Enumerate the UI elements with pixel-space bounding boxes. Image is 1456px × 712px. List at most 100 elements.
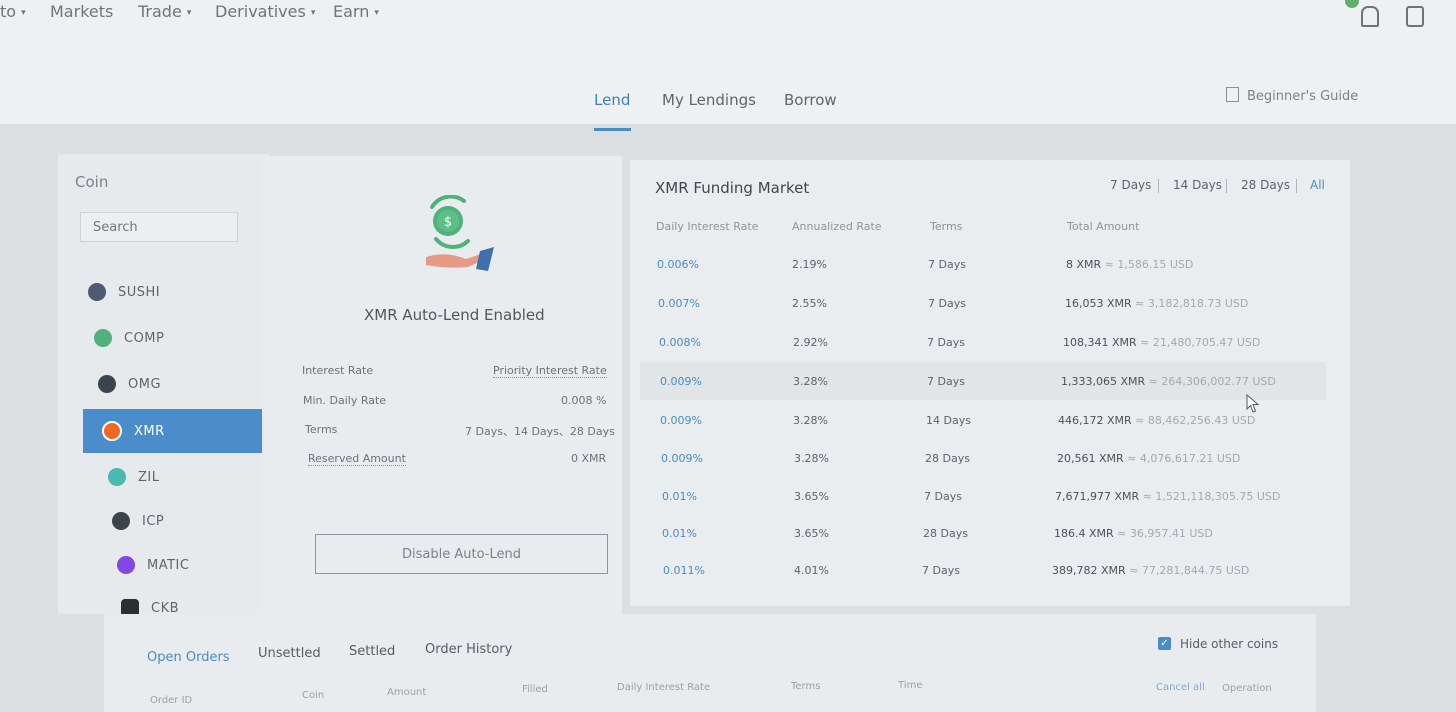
coin-item-xmr[interactable]: XMR <box>83 409 268 453</box>
coin-label: SUSHI <box>118 284 161 300</box>
daily-rate-cell[interactable]: 0.011% <box>663 564 705 577</box>
filter-divider <box>1296 179 1297 193</box>
daily-rate-cell[interactable]: 0.01% <box>662 527 697 540</box>
beginners-guide-link[interactable]: Beginner's Guide <box>1226 87 1358 104</box>
column-header-coin: Coin <box>302 690 325 701</box>
tab-open-orders[interactable]: Open Orders <box>147 650 230 665</box>
coin-label: ZIL <box>138 469 160 485</box>
annualized-rate-cell: 3.28% <box>793 414 828 427</box>
tab-order-history[interactable]: Order History <box>425 642 512 657</box>
terms-cell: 7 Days <box>928 258 966 271</box>
auto-lend-title: XMR Auto-Lend Enabled <box>364 306 545 324</box>
filter-14-days[interactable]: 14 Days <box>1173 178 1222 192</box>
total-amount-cell: 16,053 XMR ≈ 3,182,818.73 USD <box>1065 297 1248 310</box>
nav-label: Markets <box>50 2 114 21</box>
coin-item-comp[interactable]: COMP <box>94 316 279 360</box>
daily-rate-cell[interactable]: 0.007% <box>658 297 700 310</box>
tab-settled[interactable]: Settled <box>349 644 395 659</box>
hide-other-coins-label: Hide other coins <box>1180 637 1279 651</box>
tab-my-lendings[interactable]: My Lendings <box>662 91 756 109</box>
coin-label: XMR <box>134 423 165 439</box>
zil-coin-icon <box>108 468 126 486</box>
annualized-rate-cell: 2.19% <box>792 258 827 271</box>
terms-cell: 7 Days <box>928 297 966 310</box>
coin-item-omg[interactable]: OMG <box>98 362 283 406</box>
bell-icon[interactable] <box>1361 6 1379 27</box>
column-header-order-id: Order ID <box>150 695 193 706</box>
nav-item-markets[interactable]: Markets <box>50 2 113 21</box>
column-header-operation: Operation <box>1222 683 1272 694</box>
amount-usd: ≈ 4,076,617.21 USD <box>1123 452 1241 465</box>
daily-rate-cell[interactable]: 0.006% <box>657 258 699 271</box>
coin-label: OMG <box>128 376 162 392</box>
filter-28-days[interactable]: 28 Days <box>1241 178 1290 192</box>
column-header-daily-interest-rate: Daily Interest Rate <box>656 220 759 233</box>
amount-xmr: 186.4 XMR <box>1054 527 1114 540</box>
daily-rate-cell[interactable]: 0.009% <box>660 375 702 388</box>
xmr-coin-icon <box>102 421 122 441</box>
top-nav: to ▾ Markets Trade ▾ Derivatives ▾ Earn ▾ <box>0 0 1456 36</box>
annualized-rate-cell: 2.55% <box>792 297 827 310</box>
column-header-annualized-rate: Annualized Rate <box>792 220 882 233</box>
filter-divider <box>1158 179 1159 193</box>
interest-rate-label: Interest Rate <box>302 364 374 377</box>
filter-7-days[interactable]: 7 Days <box>1110 178 1151 192</box>
min-daily-rate-value: 0.008 % <box>561 394 607 407</box>
amount-xmr: 16,053 XMR <box>1065 297 1132 310</box>
interest-rate-value[interactable]: Priority Interest Rate <box>493 364 607 378</box>
column-header-filled: Filled <box>522 684 548 695</box>
daily-rate-cell[interactable]: 0.009% <box>660 414 702 427</box>
total-amount-cell: 1,333,065 XMR ≈ 264,306,002.77 USD <box>1061 375 1276 388</box>
tab-unsettled[interactable]: Unsettled <box>258 646 321 661</box>
nav-label: Earn <box>333 2 370 21</box>
amount-usd: ≈ 88,462,256.43 USD <box>1131 414 1256 427</box>
coin-label: ICP <box>142 513 165 529</box>
chevron-down-icon: ▾ <box>186 8 192 18</box>
terms-cell: 7 Days <box>927 336 965 349</box>
amount-usd: ≈ 36,957.41 USD <box>1113 527 1213 540</box>
terms-label: Terms <box>305 423 338 436</box>
nav-item-earn[interactable]: Earn ▾ <box>333 2 379 21</box>
document-icon[interactable] <box>1406 6 1424 27</box>
coin-search-input[interactable] <box>80 212 238 242</box>
hide-other-coins-checkbox[interactable]: ✓ <box>1158 637 1171 650</box>
amount-usd: ≈ 77,281,844.75 USD <box>1125 564 1250 577</box>
total-amount-cell: 446,172 XMR ≈ 88,462,256.43 USD <box>1058 414 1255 427</box>
hand-coin-icon: $ <box>426 195 494 271</box>
annualized-rate-cell: 2.92% <box>793 336 828 349</box>
svg-text:$: $ <box>444 215 452 230</box>
tab-lend[interactable]: Lend <box>594 91 630 109</box>
amount-usd: ≈ 1,586.15 USD <box>1101 258 1194 271</box>
amount-usd: ≈ 3,182,818.73 USD <box>1131 297 1249 310</box>
chevron-down-icon: ▾ <box>374 8 379 18</box>
nav-item-to[interactable]: to ▾ <box>0 2 26 21</box>
terms-cell: 28 Days <box>925 452 970 465</box>
nav-item-trade[interactable]: Trade ▾ <box>138 2 191 21</box>
chevron-down-icon: ▾ <box>21 8 26 18</box>
disable-auto-lend-button[interactable]: Disable Auto-Lend <box>315 534 608 574</box>
filter-all[interactable]: All <box>1310 178 1325 192</box>
coin-label: MATIC <box>147 557 190 573</box>
annualized-rate-cell: 3.65% <box>794 527 829 540</box>
notification-dot <box>1345 0 1359 8</box>
icp-coin-icon <box>112 512 130 530</box>
tab-borrow[interactable]: Borrow <box>784 91 837 109</box>
amount-xmr: 20,561 XMR <box>1057 452 1124 465</box>
matic-coin-icon <box>117 556 135 574</box>
daily-rate-cell[interactable]: 0.008% <box>659 336 701 349</box>
amount-xmr: 8 XMR <box>1066 258 1102 271</box>
daily-rate-cell[interactable]: 0.009% <box>661 452 703 465</box>
cancel-all-link[interactable]: Cancel all <box>1156 682 1205 693</box>
coin-item-sushi[interactable]: SUSHI <box>88 270 273 314</box>
annualized-rate-cell: 4.01% <box>794 564 829 577</box>
amount-xmr: 1,333,065 XMR <box>1061 375 1146 388</box>
chevron-down-icon: ▾ <box>310 8 316 18</box>
terms-value: 7 Days、14 Days、28 Days <box>465 425 615 438</box>
orders-panel <box>104 614 1316 712</box>
omg-coin-icon <box>98 375 116 393</box>
guide-label: Beginner's Guide <box>1247 89 1359 104</box>
min-daily-rate-label: Min. Daily Rate <box>303 394 387 407</box>
daily-rate-cell[interactable]: 0.01% <box>662 490 697 503</box>
nav-item-derivatives[interactable]: Derivatives ▾ <box>215 2 315 21</box>
amount-xmr: 446,172 XMR <box>1058 414 1132 427</box>
